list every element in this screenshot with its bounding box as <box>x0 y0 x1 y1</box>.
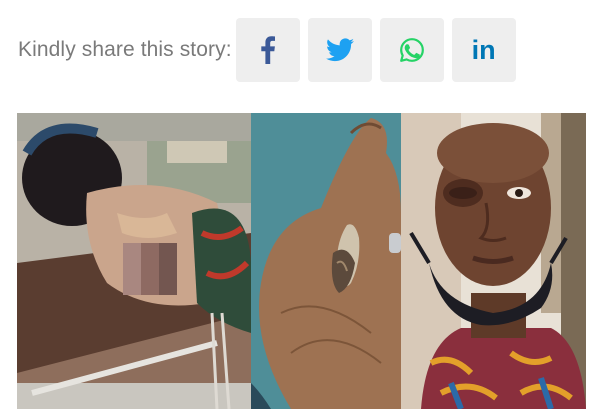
story-photo-collage <box>17 113 586 409</box>
whatsapp-share-button[interactable] <box>379 18 444 82</box>
facebook-share-button[interactable] <box>235 18 300 82</box>
share-label: Kindly share this story: <box>18 38 232 61</box>
injured-woman-photo <box>17 113 251 409</box>
photo-panel-man-swollen-eye <box>401 113 586 409</box>
bullet-fragment-photo <box>251 113 401 409</box>
whatsapp-icon <box>399 38 424 62</box>
twitter-share-button[interactable] <box>307 18 372 82</box>
linkedin-icon: in <box>471 34 496 65</box>
photo-panel-bullet-fragment <box>251 113 401 409</box>
facebook-icon <box>260 36 275 64</box>
share-bar: Kindly share this story: in <box>18 18 516 82</box>
linkedin-share-button[interactable]: in <box>451 18 516 82</box>
twitter-icon <box>325 38 354 62</box>
man-swollen-eye-photo <box>401 113 586 409</box>
photo-panel-injured-woman <box>17 113 251 409</box>
